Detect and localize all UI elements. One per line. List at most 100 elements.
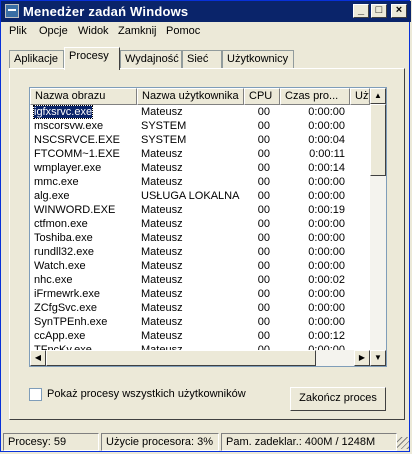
close-button[interactable]: × [391,4,407,18]
task-manager-window: Menedżer zadań Windows _ □ × Plik Opcje … [0,0,411,452]
process-cpu: 00 [257,330,270,342]
window-title: Menedżer zadań Windows [23,4,189,19]
process-cpu: 00 [257,176,270,188]
resize-grip[interactable] [397,437,409,449]
process-image-name: igfxsrvc.exe [32,105,94,119]
process-image-name: alg.exe [34,190,70,202]
scroll-down-icon[interactable]: ▼ [370,350,386,366]
show-all-users-label: Pokaż procesy wszystkich użytkowników [47,388,246,400]
process-image-name: mmc.exe [34,176,79,188]
header-cpu[interactable]: CPU [244,88,280,105]
tab-performance[interactable]: Wydajność [120,50,182,69]
process-cpu: 00 [257,148,270,160]
tab-processes[interactable]: Procesy [64,47,120,70]
menu-options[interactable]: Opcje [39,25,68,37]
process-user-name: Mateusz [141,176,183,188]
process-cpu: 00 [257,260,270,272]
process-cpu: 00 [257,134,270,146]
horizontal-scrollbar[interactable]: ◀ ▶ [30,350,370,366]
maximize-button[interactable]: □ [371,4,387,18]
process-row[interactable]: NSCSRVCE.EXE SYSTEM 00 0:00:04 [30,133,370,147]
vertical-scrollbar[interactable]: ▲ ▼ [370,88,386,366]
header-user-name[interactable]: Nazwa użytkownika [137,88,244,105]
status-commit-charge: Pam. zadeklar.: 400M / 1248M [221,433,397,451]
minimize-button[interactable]: _ [353,4,369,18]
process-row[interactable]: igfxsrvc.exe Mateusz 00 0:00:00 [30,105,370,119]
header-image-name[interactable]: Nazwa obrazu [30,88,137,105]
app-icon [5,4,19,18]
scroll-thumb[interactable] [370,104,386,176]
process-row[interactable]: ctfmon.exe Mateusz 00 0:00:00 [30,217,370,231]
process-image-name: FTCOMM~1.EXE [34,148,120,160]
process-cpu-time: 0:00:00 [308,302,345,314]
process-image-name: Toshiba.exe [34,232,93,244]
process-cpu-time: 0:00:00 [308,176,345,188]
process-cpu-time: 0:00:02 [308,274,345,286]
process-image-name: ccApp.exe [34,330,86,342]
process-list[interactable]: Nazwa obrazu Nazwa użytkownika CPU Czas … [29,87,387,367]
end-process-button[interactable]: Zakończ proces [290,387,386,411]
process-row[interactable]: alg.exe USŁUGA LOKALNA 00 0:00:00 [30,189,370,203]
process-cpu-time: 0:00:00 [308,288,345,300]
process-row[interactable]: wmplayer.exe Mateusz 00 0:00:14 [30,161,370,175]
horizontal-scroll-thumb[interactable] [46,350,316,366]
process-row[interactable]: nhc.exe Mateusz 00 0:00:02 [30,273,370,287]
process-cpu: 00 [257,232,270,244]
process-row[interactable]: mmc.exe Mateusz 00 0:00:00 [30,175,370,189]
title-bar[interactable]: Menedżer zadań Windows _ □ × [1,1,411,22]
process-user-name: Mateusz [141,260,183,272]
scroll-up-icon[interactable]: ▲ [370,88,386,104]
process-cpu-time: 0:00:04 [308,134,345,146]
process-cpu-time: 0:00:12 [308,330,345,342]
process-user-name: SYSTEM [141,120,187,132]
process-cpu: 00 [257,274,270,286]
menu-file[interactable]: Plik [9,25,27,37]
process-cpu: 00 [257,302,270,314]
process-user-name: SYSTEM [141,134,187,146]
process-row[interactable]: iFrmewrk.exe Mateusz 00 0:00:00 [30,287,370,301]
process-row[interactable]: FTCOMM~1.EXE Mateusz 00 0:00:11 [30,147,370,161]
process-row[interactable]: Watch.exe Mateusz 00 0:00:00 [30,259,370,273]
scroll-right-icon[interactable]: ▶ [354,350,370,366]
process-row[interactable]: WINWORD.EXE Mateusz 00 0:00:19 [30,203,370,217]
process-cpu: 00 [257,316,270,328]
process-user-name: Mateusz [141,288,183,300]
tab-bar: Aplikacje Procesy Wydajność Sieć Użytkow… [9,47,399,70]
process-row[interactable]: Toshiba.exe Mateusz 00 0:00:00 [30,231,370,245]
process-row[interactable]: mscorsvw.exe SYSTEM 00 0:00:00 [30,119,370,133]
menu-view[interactable]: Widok [78,25,109,37]
tab-applications[interactable]: Aplikacje [9,50,64,69]
process-cpu-time: 0:00:00 [308,106,345,118]
process-cpu-time: 0:00:14 [308,162,345,174]
menu-help[interactable]: Pomoc [166,25,200,37]
show-all-users-checkbox[interactable] [29,388,42,401]
scroll-left-icon[interactable]: ◀ [30,350,46,366]
process-cpu: 00 [257,218,270,230]
process-user-name: Mateusz [141,330,183,342]
process-row[interactable]: ccApp.exe Mateusz 00 0:00:12 [30,329,370,343]
process-image-name: iFrmewrk.exe [34,288,101,300]
process-cpu-time: 0:00:19 [308,204,345,216]
process-image-name: Watch.exe [34,260,86,272]
process-user-name: Mateusz [141,302,183,314]
process-user-name: Mateusz [141,246,183,258]
process-cpu: 00 [257,190,270,202]
header-cpu-time[interactable]: Czas pro... [280,88,350,105]
process-cpu: 00 [257,288,270,300]
menu-bar: Plik Opcje Widok Zamknij Pomoc [1,22,411,40]
process-cpu-time: 0:00:00 [308,232,345,244]
menu-shutdown[interactable]: Zamknij [118,25,157,37]
process-row[interactable]: ZCfgSvc.exe Mateusz 00 0:00:00 [30,301,370,315]
tab-network[interactable]: Sieć [182,50,222,69]
tab-users[interactable]: Użytkownicy [222,50,294,69]
process-row[interactable]: rundll32.exe Mateusz 00 0:00:00 [30,245,370,259]
process-image-name: wmplayer.exe [34,162,102,174]
process-image-name: rundll32.exe [34,246,94,258]
column-headers: Nazwa obrazu Nazwa użytkownika CPU Czas … [30,88,370,105]
status-cpu-usage: Użycie procesora: 3% [101,433,219,451]
process-image-name: nhc.exe [34,274,73,286]
process-row[interactable]: SynTPEnh.exe Mateusz 00 0:00:00 [30,315,370,329]
process-user-name: Mateusz [141,162,183,174]
process-user-name: Mateusz [141,232,183,244]
header-memory[interactable]: Uży [350,88,370,105]
